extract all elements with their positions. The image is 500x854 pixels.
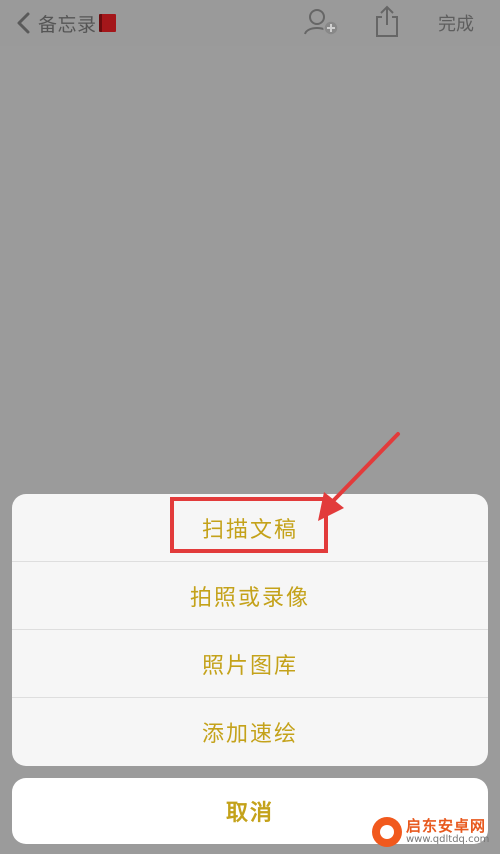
- watermark-title: 启东安卓网: [406, 816, 487, 835]
- watermark: 启东安卓网 www.qdltdq.com: [372, 812, 496, 852]
- watermark-url: www.qdltdq.com: [406, 833, 490, 845]
- annotation-arrow-icon: [318, 432, 400, 521]
- watermark-text: 启东安卓网 www.qdltdq.com: [406, 816, 490, 845]
- watermark-logo-icon: [372, 817, 402, 847]
